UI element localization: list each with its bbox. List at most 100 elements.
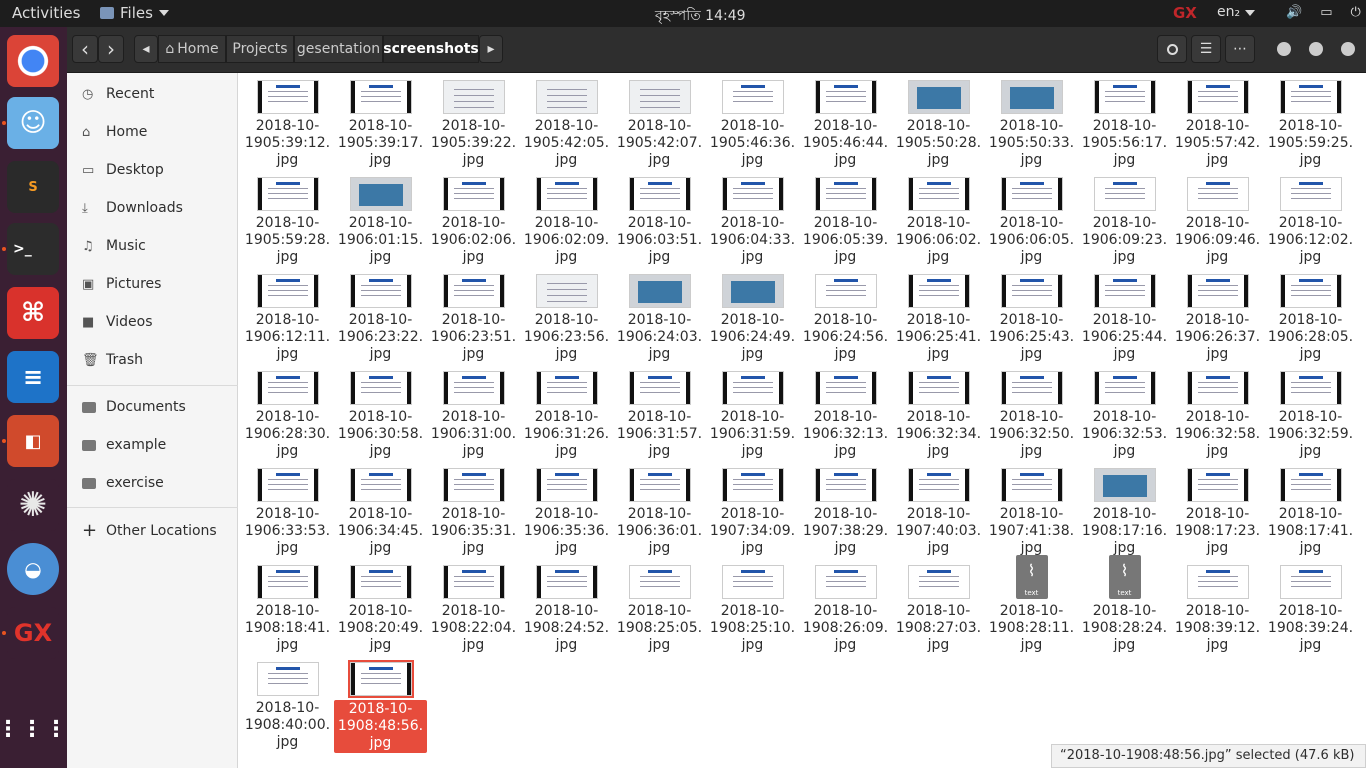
path-scroll-right-button[interactable]: ▸ — [479, 35, 503, 63]
file-item[interactable]: 2018-10- 1905:57:42. jpg — [1171, 74, 1264, 170]
file-item[interactable]: 2018-10- 1905:39:22. jpg — [427, 74, 520, 170]
menu-button[interactable]: ⋯ — [1225, 35, 1255, 63]
file-item[interactable]: 2018-10- 1906:32:59. jpg — [1264, 365, 1357, 461]
file-item[interactable]: 2018-10- 1908:39:24. jpg — [1264, 559, 1357, 655]
file-item[interactable]: 2018-10- 1907:34:09. jpg — [706, 462, 799, 558]
list-view-button[interactable]: ☰ — [1191, 35, 1221, 63]
file-item[interactable]: 2018-10- 1906:01:15. jpg — [334, 171, 427, 267]
writer-launcher[interactable]: ≡ — [7, 351, 59, 403]
file-item[interactable]: 2018-10- 1908:22:04. jpg — [427, 559, 520, 655]
terminal-launcher[interactable]: >_ — [7, 223, 59, 275]
breadcrumb-projects[interactable]: Projects — [226, 35, 294, 63]
file-item[interactable]: 2018-10- 1907:40:03. jpg — [892, 462, 985, 558]
minimize-button[interactable] — [1277, 42, 1291, 56]
file-item[interactable]: 2018-10- 1908:17:23. jpg — [1171, 462, 1264, 558]
file-item[interactable]: 2018-10- 1908:40:00. jpg — [241, 656, 334, 752]
breadcrumb-gesentation[interactable]: gesentation — [294, 35, 383, 63]
file-item[interactable]: 2018-10- 1906:09:46. jpg — [1171, 171, 1264, 267]
file-item[interactable]: 2018-10- 1906:23:56. jpg — [520, 268, 613, 364]
sidebar-bookmark-documents[interactable]: Documents — [67, 389, 238, 425]
file-item[interactable]: 2018-10- 1906:32:13. jpg — [799, 365, 892, 461]
app-menu[interactable]: Files — [100, 4, 169, 22]
sidebar-item-music[interactable]: ♫ Music — [67, 228, 238, 264]
sidebar-item-trash[interactable]: 🗑 Trash — [67, 342, 238, 378]
file-item[interactable]: 2018-10- 1906:23:22. jpg — [334, 268, 427, 364]
sidebar-other-locations[interactable]: + Other Locations — [67, 513, 238, 549]
file-item[interactable]: 2018-10- 1906:24:56. jpg — [799, 268, 892, 364]
sidebar-item-videos[interactable]: ■ Videos — [67, 304, 238, 340]
file-item[interactable]: 2018-10- 1906:24:03. jpg — [613, 268, 706, 364]
file-item[interactable]: 2018-10- 1906:02:06. jpg — [427, 171, 520, 267]
chrome-launcher[interactable] — [7, 35, 59, 87]
impress-launcher[interactable]: ◧ — [7, 415, 59, 467]
file-item[interactable]: 2018-10- 1905:42:05. jpg — [520, 74, 613, 170]
file-item[interactable]: 2018-10- 1906:35:31. jpg — [427, 462, 520, 558]
pdf-reader-launcher[interactable]: ⌘ — [7, 287, 59, 339]
file-item[interactable]: 2018-10- 1906:12:11. jpg — [241, 268, 334, 364]
file-item[interactable]: 2018-10- 1906:25:44. jpg — [1078, 268, 1171, 364]
file-item[interactable]: 2018-10- 1906:31:59. jpg — [706, 365, 799, 461]
file-item[interactable]: 2018-10- 1906:25:41. jpg — [892, 268, 985, 364]
sidebar-item-home[interactable]: ⌂ Home — [67, 114, 238, 150]
search-button[interactable] — [1157, 35, 1187, 63]
sidebar-item-pictures[interactable]: ▣ Pictures — [67, 266, 238, 302]
wireshark-launcher[interactable]: ◒ — [7, 543, 59, 595]
sidebar-item-desktop[interactable]: ▭ Desktop — [67, 152, 238, 188]
file-item[interactable]: 2018-10- 1905:42:07. jpg — [613, 74, 706, 170]
file-item[interactable]: 2018-10- 1908:24:52. jpg — [520, 559, 613, 655]
file-item[interactable]: 2018-10- 1906:23:51. jpg — [427, 268, 520, 364]
file-item[interactable]: 2018-10- 1908:26:09. jpg — [799, 559, 892, 655]
clock[interactable]: বৃহস্পতি 14:49 — [655, 4, 746, 28]
file-item[interactable]: 2018-10- 1906:04:33. jpg — [706, 171, 799, 267]
network-launcher[interactable]: ✺ — [7, 479, 59, 531]
file-item[interactable]: 2018-10- 1905:50:33. jpg — [985, 74, 1078, 170]
file-item[interactable]: 2018-10- 1907:38:29. jpg — [799, 462, 892, 558]
file-item[interactable]: 2018-10- 1906:25:43. jpg — [985, 268, 1078, 364]
file-item[interactable]: 2018-10- 1906:05:39. jpg — [799, 171, 892, 267]
file-item[interactable]: 2018-10- 1906:28:30. jpg — [241, 365, 334, 461]
keyboard-layout-indicator[interactable]: en₂ — [1217, 4, 1255, 20]
file-item[interactable]: 2018-10- 1906:09:23. jpg — [1078, 171, 1171, 267]
file-item[interactable]: 2018-10- 1906:32:50. jpg — [985, 365, 1078, 461]
gx-tray-icon[interactable]: GX — [1173, 4, 1197, 22]
file-item[interactable]: 2018-10- 1906:03:51. jpg — [613, 171, 706, 267]
file-item[interactable]: 2018-10- 1908:17:41. jpg — [1264, 462, 1357, 558]
file-item[interactable]: 2018-10- 1907:41:38. jpg — [985, 462, 1078, 558]
file-item[interactable]: 2018-10- 1906:26:37. jpg — [1171, 268, 1264, 364]
activities-button[interactable]: Activities — [12, 4, 80, 22]
file-item[interactable]: 2018-10- 1908:20:49. jpg — [334, 559, 427, 655]
file-item[interactable]: 2018-10- 1906:06:05. jpg — [985, 171, 1078, 267]
file-item[interactable]: 2018-10- 1906:34:45. jpg — [334, 462, 427, 558]
file-item[interactable]: ⌇ text 2018-10- 1908:28:11. jpg — [985, 555, 1078, 655]
opera-gx-launcher[interactable]: GX — [7, 607, 59, 659]
file-item[interactable]: 2018-10- 1906:31:26. jpg — [520, 365, 613, 461]
file-item[interactable]: 2018-10- 1905:59:25. jpg — [1264, 74, 1357, 170]
file-item[interactable]: 2018-10- 1906:32:34. jpg — [892, 365, 985, 461]
file-item[interactable]: 2018-10- 1908:18:41. jpg — [241, 559, 334, 655]
file-item[interactable]: 2018-10- 1906:28:05. jpg — [1264, 268, 1357, 364]
file-item[interactable]: 2018-10- 1905:59:28. jpg — [241, 171, 334, 267]
file-item[interactable]: 2018-10- 1908:27:03. jpg — [892, 559, 985, 655]
breadcrumb-home[interactable]: ⌂ Home — [158, 35, 226, 63]
path-scroll-left-button[interactable]: ◂ — [134, 35, 158, 63]
file-item[interactable]: 2018-10- 1906:32:58. jpg — [1171, 365, 1264, 461]
maximize-button[interactable] — [1309, 42, 1323, 56]
sidebar-bookmark-exercise[interactable]: exercise — [67, 465, 238, 501]
file-item[interactable]: 2018-10- 1906:35:36. jpg — [520, 462, 613, 558]
file-item[interactable]: 2018-10- 1906:30:58. jpg — [334, 365, 427, 461]
file-item[interactable]: ⌇ text 2018-10- 1908:28:24. jpg — [1078, 555, 1171, 655]
file-item[interactable]: 2018-10- 1905:46:36. jpg — [706, 74, 799, 170]
file-item[interactable]: 2018-10- 1905:39:12. jpg — [241, 74, 334, 170]
forward-button[interactable]: › — [98, 35, 124, 63]
file-item[interactable]: 2018-10- 1905:56:17. jpg — [1078, 74, 1171, 170]
file-item[interactable]: 2018-10- 1906:06:02. jpg — [892, 171, 985, 267]
file-item[interactable]: 2018-10- 1908:48:56. jpg — [334, 656, 427, 753]
file-item[interactable]: 2018-10- 1908:17:16. jpg — [1078, 462, 1171, 558]
show-applications-button[interactable]: ⋮⋮⋮ — [0, 703, 67, 755]
sidebar-item-downloads[interactable]: ⤓ Downloads — [67, 190, 238, 226]
sidebar-item-recent[interactable]: ◷ Recent — [67, 76, 238, 112]
file-item[interactable]: 2018-10- 1906:32:53. jpg — [1078, 365, 1171, 461]
file-item[interactable]: 2018-10- 1908:25:10. jpg — [706, 559, 799, 655]
system-tray[interactable]: 🔊 ▭ ⏻ — [1286, 5, 1361, 20]
file-item[interactable]: 2018-10- 1906:33:53. jpg — [241, 462, 334, 558]
